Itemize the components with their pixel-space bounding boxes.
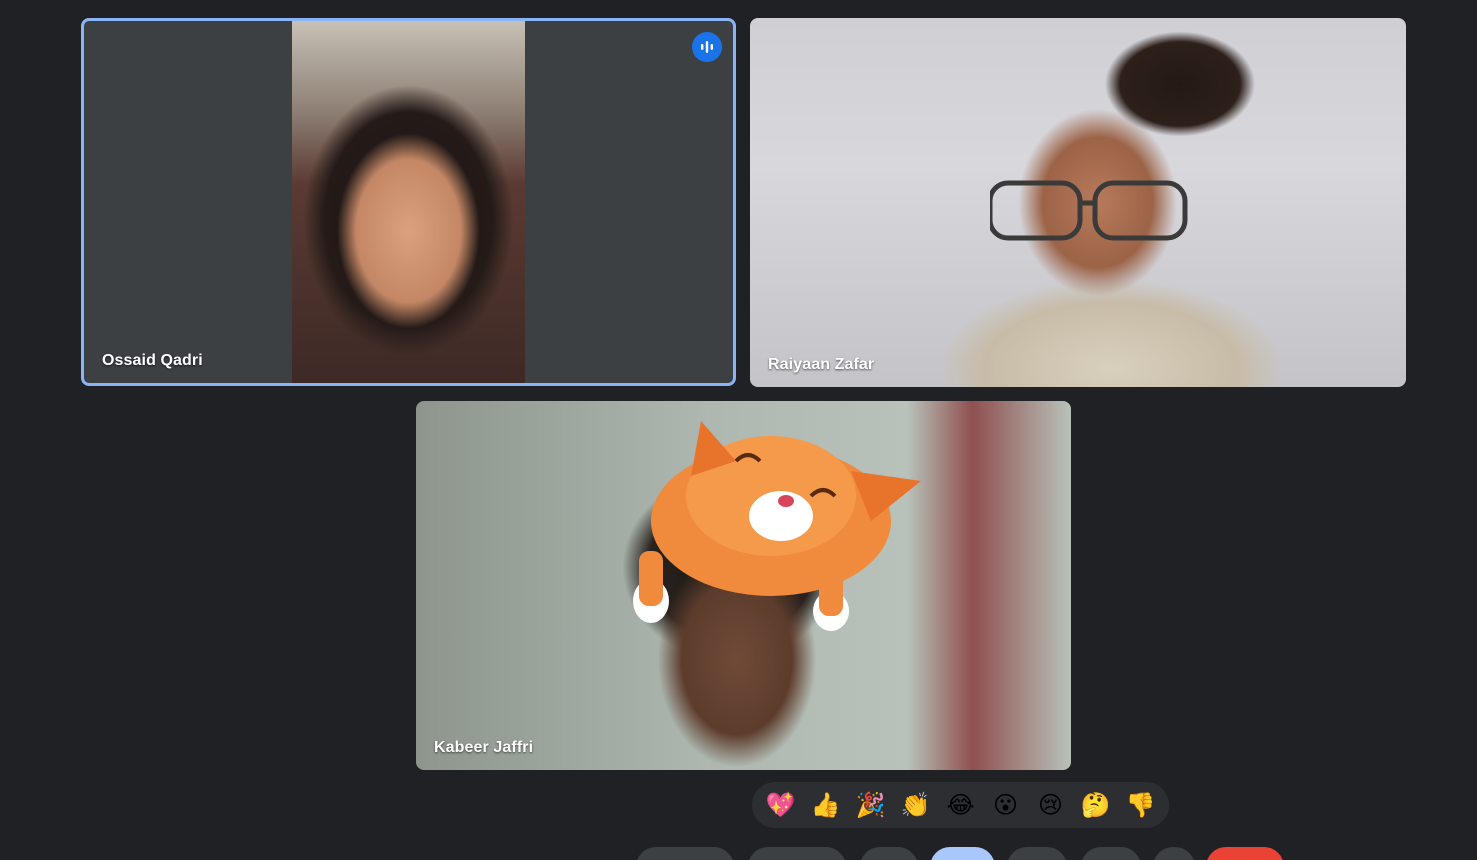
audio-level-icon — [692, 32, 722, 62]
reaction-sparkling-heart[interactable]: 💖 — [761, 782, 801, 828]
more-options-button[interactable] — [1153, 847, 1195, 860]
participant-name: Kabeer Jaffri — [434, 739, 534, 756]
mic-toggle-button[interactable] — [636, 847, 734, 860]
reaction-party-popper[interactable]: 🎉 — [851, 782, 891, 828]
reaction-surprised[interactable]: 😮 — [986, 782, 1026, 828]
participant-name: Ossaid Qadri — [102, 352, 203, 369]
glasses-shape — [990, 180, 1188, 241]
participant-tile-ossaid[interactable]: Ossaid Qadri — [81, 18, 736, 386]
cat-effect-overlay — [633, 421, 921, 631]
meeting-stage: Ossaid Qadri Raiyaan Zafar Kabeer Jaffri — [0, 0, 1477, 860]
leave-call-button[interactable] — [1206, 847, 1284, 860]
camera-toggle-button[interactable] — [748, 847, 846, 860]
reactions-bar: 💖 👍 🎉 👏 😂 😮 😢 🤔 👎 — [752, 782, 1169, 828]
participant-video — [292, 21, 525, 383]
reaction-clapping[interactable]: 👏 — [896, 782, 936, 828]
participant-tile-raiyaan[interactable]: Raiyaan Zafar — [750, 18, 1406, 387]
captions-button[interactable] — [860, 847, 918, 860]
reaction-sad[interactable]: 😢 — [1031, 782, 1071, 828]
present-button[interactable] — [1007, 847, 1067, 860]
reaction-thinking[interactable]: 🤔 — [1076, 782, 1116, 828]
reactions-button[interactable] — [930, 847, 995, 860]
participant-video — [1080, 18, 1280, 138]
reaction-thumbs-down[interactable]: 👎 — [1121, 782, 1161, 828]
participant-name: Raiyaan Zafar — [768, 356, 875, 373]
raise-hand-button[interactable] — [1081, 847, 1141, 860]
reaction-thumbs-up[interactable]: 👍 — [806, 782, 846, 828]
participant-tile-kabeer[interactable]: Kabeer Jaffri — [416, 401, 1071, 770]
reaction-tears-of-joy[interactable]: 😂 — [941, 782, 981, 828]
